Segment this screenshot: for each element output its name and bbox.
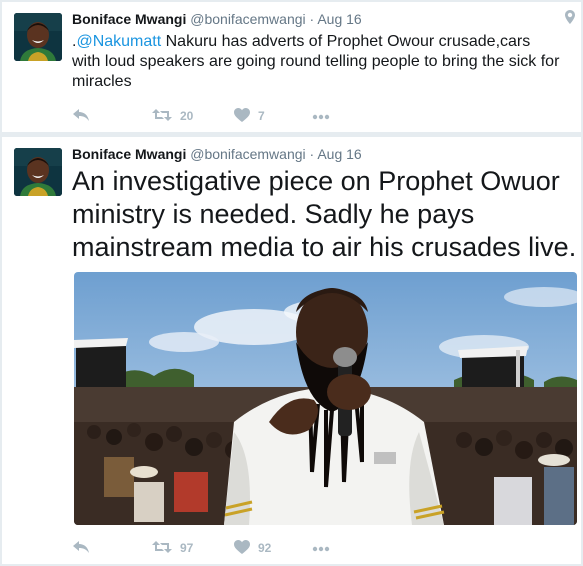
retweet-button[interactable]: 20: [152, 108, 234, 125]
timestamp[interactable]: Aug 16: [317, 11, 361, 27]
reply-button[interactable]: [72, 108, 152, 125]
retweet-icon: [152, 540, 172, 557]
tweet-header: Boniface Mwangi @bonifacemwangi · Aug 16: [72, 146, 362, 162]
tweet-photo[interactable]: [74, 272, 577, 525]
retweet-icon: [152, 108, 172, 125]
tweet-actions: 97 92: [72, 538, 330, 558]
tweet-text: An investigative piece on Prophet Owuor …: [72, 166, 577, 262]
timestamp[interactable]: Aug 16: [317, 146, 361, 162]
like-button[interactable]: 92: [234, 539, 312, 557]
tweet-text: .@Nakumatt Nakuru has adverts of Prophet…: [72, 32, 562, 92]
avatar[interactable]: [14, 13, 62, 61]
tweet[interactable]: Boniface Mwangi @bonifacemwangi · Aug 16…: [2, 2, 581, 132]
heart-icon: [234, 539, 250, 557]
like-count: 92: [258, 541, 272, 555]
like-button[interactable]: 7: [234, 107, 312, 125]
reply-icon: [72, 540, 90, 557]
display-name[interactable]: Boniface Mwangi: [72, 146, 186, 162]
tweet-header: Boniface Mwangi @bonifacemwangi · Aug 16: [72, 11, 362, 27]
more-icon: [312, 541, 330, 555]
more-button[interactable]: [312, 541, 330, 555]
retweet-count: 97: [180, 541, 194, 555]
heart-icon: [234, 107, 250, 125]
location-pin-icon[interactable]: [565, 10, 575, 29]
separator: ·: [309, 146, 315, 162]
username[interactable]: @bonifacemwangi: [190, 11, 305, 27]
like-count: 7: [258, 109, 265, 123]
avatar[interactable]: [14, 148, 62, 196]
more-button[interactable]: [312, 109, 330, 123]
username[interactable]: @bonifacemwangi: [190, 146, 305, 162]
retweet-count: 20: [180, 109, 194, 123]
reply-icon: [72, 108, 90, 125]
mention-link[interactable]: @Nakumatt: [76, 33, 161, 50]
more-icon: [312, 109, 330, 123]
display-name[interactable]: Boniface Mwangi: [72, 11, 186, 27]
separator: ·: [309, 11, 315, 27]
tweet[interactable]: Boniface Mwangi @bonifacemwangi · Aug 16…: [2, 137, 581, 564]
reply-button[interactable]: [72, 540, 152, 557]
tweet-actions: 20 7: [72, 106, 330, 126]
retweet-button[interactable]: 97: [152, 540, 234, 557]
timeline: Boniface Mwangi @bonifacemwangi · Aug 16…: [0, 0, 583, 566]
